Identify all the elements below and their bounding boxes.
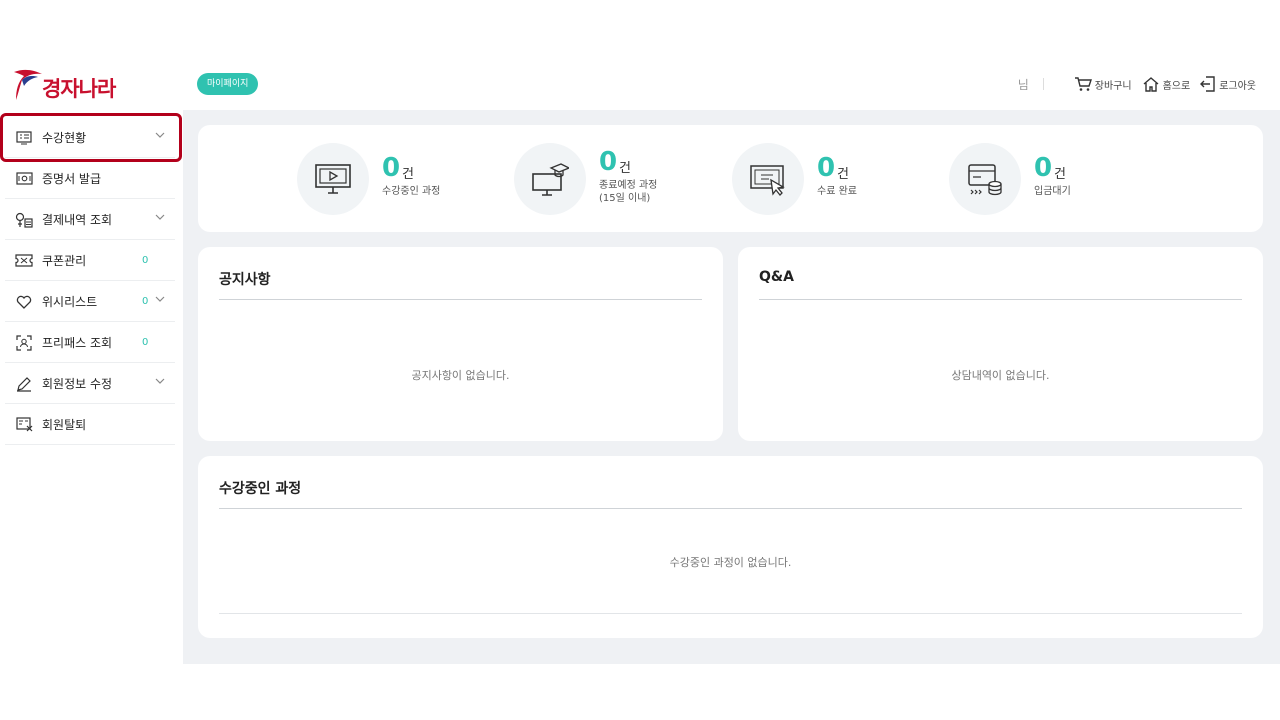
stats-card: 0 건 수강중인 과정 0 건 종료예정 과정 (15일 이내) 0 건 수료 완…: [198, 125, 1263, 232]
sidebar-item-label: 쿠폰관리: [42, 254, 87, 268]
cart-link[interactable]: 장바구니: [1074, 76, 1132, 92]
stat-label: 수료 완료: [817, 186, 857, 197]
stat-label: 수강중인 과정: [382, 186, 441, 197]
sidebar-item-wishlist[interactable]: 위시리스트 0: [5, 282, 175, 322]
stat-value: 0: [382, 153, 401, 183]
top-header: 경자나라 마이페이지 님 장바구니 홈으로 로그아웃: [0, 60, 1280, 110]
stat-pending-payment[interactable]: 0 건 입금대기: [949, 143, 1159, 215]
scan-user-icon: [15, 334, 33, 352]
sidebar-item-label: 회원탈퇴: [42, 418, 87, 432]
notice-panel: 공지사항 공지사항이 없습니다.: [198, 247, 723, 441]
stat-value: 0: [817, 153, 836, 183]
graduation-monitor-icon: [532, 163, 569, 196]
stat-value: 0: [599, 147, 618, 177]
cart-icon: [1074, 77, 1092, 91]
sidebar-item-certificate[interactable]: 증명서 발급: [5, 159, 175, 199]
sidebar-item-withdraw[interactable]: 회원탈퇴: [5, 405, 175, 445]
stat-label: 종료예정 과정 (15일 이내): [599, 179, 657, 205]
stat-label-line1: 종료예정 과정: [599, 180, 658, 191]
sidebar-item-label: 증명서 발급: [42, 172, 102, 186]
stat-ending-soon[interactable]: 0 건 종료예정 과정 (15일 이내): [514, 143, 724, 215]
bird-logo-icon: [14, 69, 42, 100]
courses-panel: 수강중인 과정 수강중인 과정이 없습니다.: [198, 456, 1263, 638]
cart-label: 장바구니: [1094, 80, 1132, 92]
mypage-badge[interactable]: 마이페이지: [197, 73, 259, 95]
stat-unit: 건: [619, 161, 631, 176]
stat-icon-circle: [514, 143, 586, 215]
logout-label: 로그아웃: [1219, 80, 1256, 92]
coupon-icon: [15, 252, 33, 270]
sidebar: 수강현황 증명서 발급 결제내역 조회 쿠폰관리 0 위시리스트 0 프리패스 …: [0, 110, 183, 664]
logout-link[interactable]: 로그아웃: [1200, 76, 1256, 92]
monitor-list-icon: [15, 129, 33, 147]
chevron-down-icon[interactable]: [155, 214, 165, 221]
divider: [759, 299, 1242, 300]
sidebar-item-payment[interactable]: 결제내역 조회: [5, 200, 175, 240]
wishlist-count: 0: [142, 296, 149, 307]
home-icon: [1143, 77, 1159, 92]
stat-label-line2: (15일 이내): [599, 193, 651, 204]
divider: [219, 508, 1242, 509]
sidebar-item-edit-profile[interactable]: 회원정보 수정: [5, 364, 175, 404]
divider: [219, 299, 702, 300]
sidebar-item-course-status[interactable]: 수강현황: [5, 118, 175, 158]
stat-value: 0: [1034, 153, 1053, 183]
heart-icon: [15, 293, 33, 311]
empty-message: 공지사항이 없습니다.: [411, 369, 510, 382]
coupon-count: 0: [142, 255, 149, 266]
home-link[interactable]: 홈으로: [1142, 76, 1191, 92]
stat-unit: 건: [837, 167, 849, 182]
divider: [1042, 78, 1044, 90]
panel-title: 수강중인 과정: [219, 481, 302, 497]
certificate-icon: [15, 170, 33, 188]
chevron-down-icon[interactable]: [155, 132, 165, 139]
sidebar-item-coupon[interactable]: 쿠폰관리 0: [5, 241, 175, 281]
logout-icon: [1200, 76, 1215, 92]
empty-message: 상담내역이 없습니다.: [951, 369, 1050, 382]
pencil-icon: [15, 375, 33, 393]
site-logo[interactable]: 경자나라: [12, 64, 142, 104]
stat-in-progress[interactable]: 0 건 수강중인 과정: [297, 143, 507, 215]
chevron-down-icon[interactable]: [155, 296, 165, 303]
stat-unit: 건: [1054, 167, 1066, 182]
stat-completed[interactable]: 0 건 수료 완료: [732, 143, 942, 215]
main-content: 0 건 수강중인 과정 0 건 종료예정 과정 (15일 이내) 0 건 수료 완…: [183, 110, 1280, 664]
chevron-down-icon[interactable]: [155, 378, 165, 385]
header-user-links: 님 장바구니 홈으로 로그아웃: [1018, 72, 1256, 96]
video-monitor-icon: [315, 164, 351, 194]
stat-icon-circle: [297, 143, 369, 215]
panel-title[interactable]: 공지사항: [219, 269, 271, 289]
qna-panel: Q&A 상담내역이 없습니다.: [738, 247, 1263, 441]
sidebar-item-freepass[interactable]: 프리패스 조회 0: [5, 323, 175, 363]
logo-text: 경자나라: [42, 76, 116, 101]
sidebar-item-label: 회원정보 수정: [42, 377, 113, 391]
payment-icon: [15, 211, 33, 229]
divider: [219, 613, 1242, 614]
stat-label: 입금대기: [1034, 186, 1071, 197]
freepass-count: 0: [142, 337, 149, 348]
certificate-click-icon: [750, 165, 785, 196]
user-name: 님: [1017, 77, 1029, 92]
sidebar-item-label: 위시리스트: [42, 295, 98, 309]
card-coins-icon: [968, 164, 1002, 196]
stat-icon-circle: [732, 143, 804, 215]
sidebar-item-label: 프리패스 조회: [42, 336, 113, 350]
sidebar-item-label: 수강현황: [42, 131, 87, 145]
id-card-icon: [15, 416, 33, 434]
sidebar-item-label: 결제내역 조회: [42, 213, 113, 227]
panel-title[interactable]: Q&A: [759, 269, 794, 285]
stat-icon-circle: [949, 143, 1021, 215]
stat-unit: 건: [402, 167, 414, 182]
home-label: 홈으로: [1162, 80, 1191, 92]
empty-message: 수강중인 과정이 없습니다.: [669, 556, 792, 569]
